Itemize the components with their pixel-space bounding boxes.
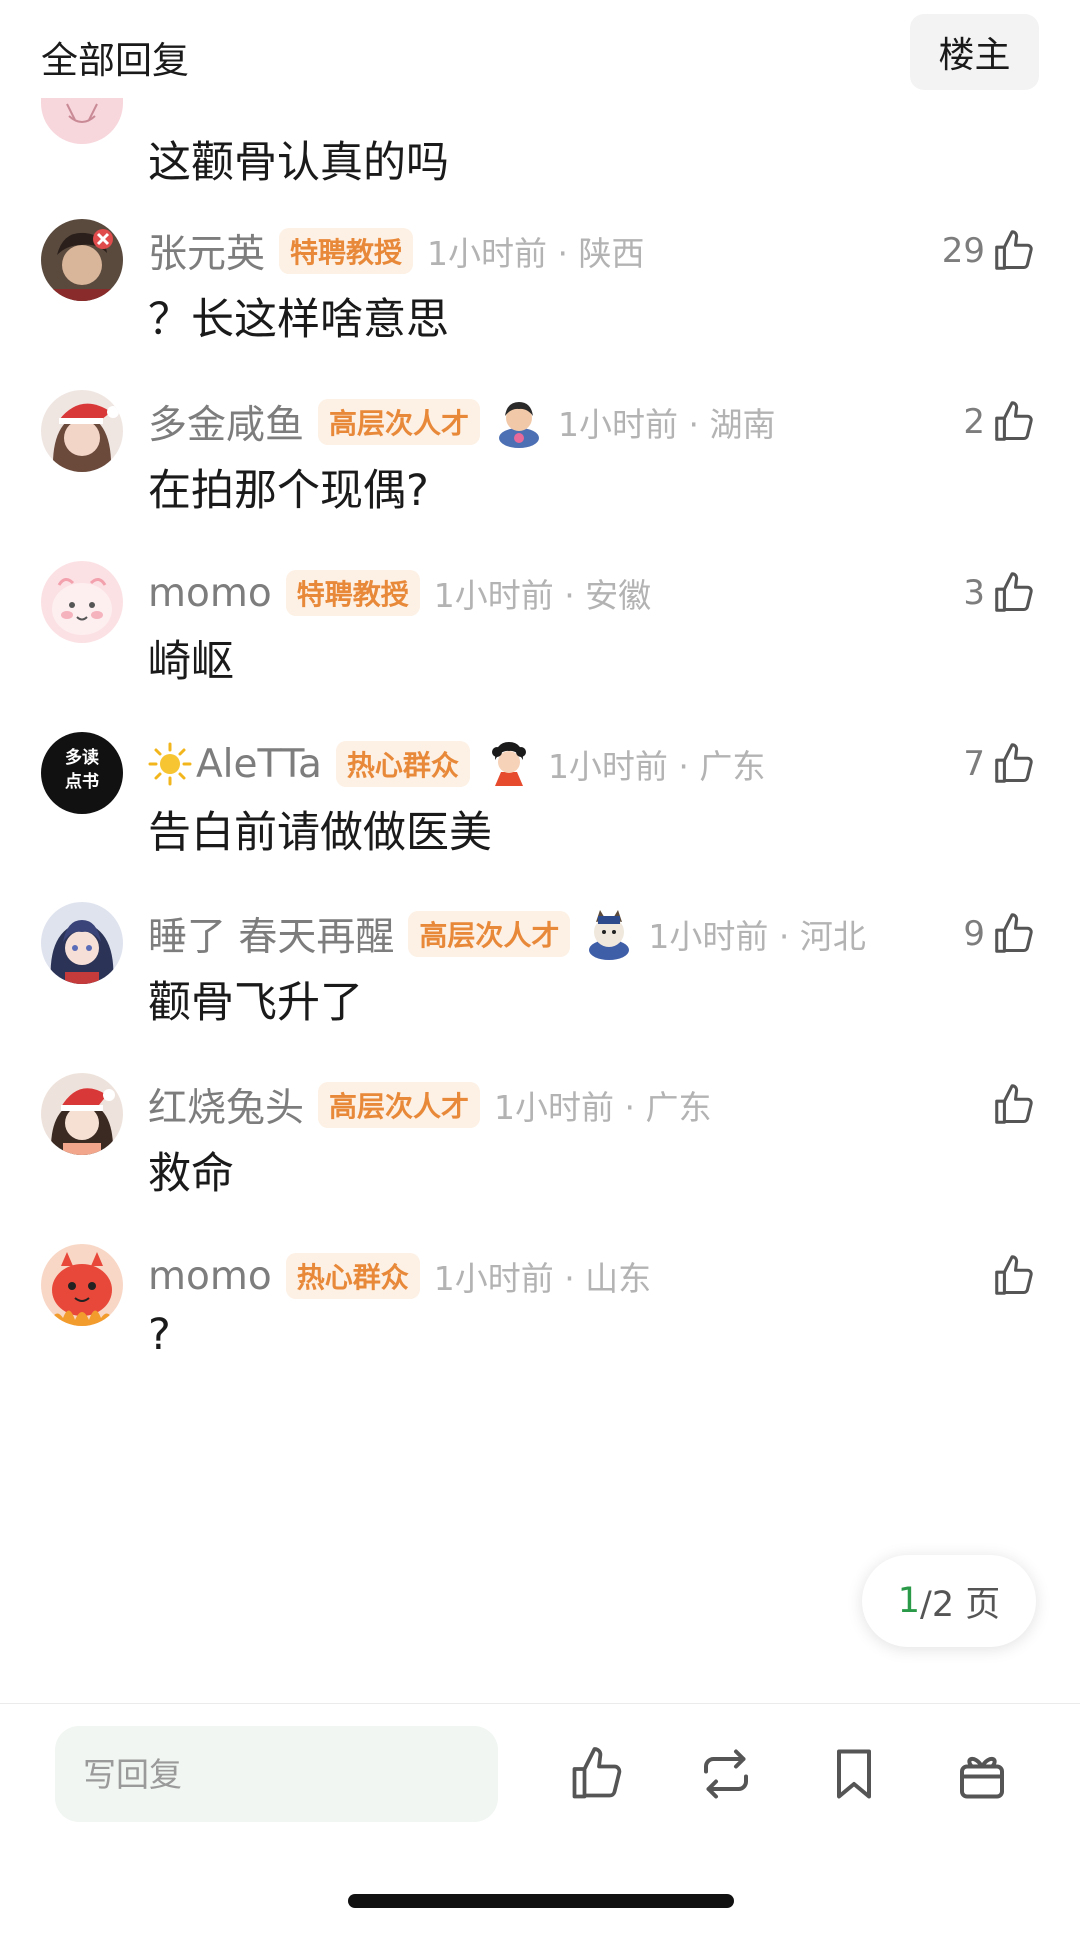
username[interactable]: AleTTa bbox=[196, 742, 322, 787]
timestamp-location: 1小时前 · 陕西 bbox=[427, 234, 645, 273]
thumbs-up-icon bbox=[572, 1747, 622, 1799]
header: 全部回复 楼主 bbox=[0, 0, 1080, 104]
thumbs-up-icon bbox=[995, 743, 1033, 783]
timestamp-location: 1小时前 · 安徽 bbox=[433, 576, 652, 615]
total-pages: /2 页 bbox=[920, 1584, 1001, 1625]
comment-meta: AleTTa 热心群众 1小时前 · 广东 bbox=[148, 738, 765, 790]
like-button[interactable] bbox=[985, 1250, 1037, 1302]
bookmark-button[interactable] bbox=[822, 1742, 886, 1806]
repost-button[interactable] bbox=[694, 1742, 758, 1806]
like-post-button[interactable] bbox=[565, 1742, 629, 1806]
gift-button[interactable] bbox=[950, 1742, 1014, 1806]
comment-meta: momo 特聘教授 1小时前 · 安徽 bbox=[148, 567, 651, 619]
like-count: 2 bbox=[963, 402, 985, 442]
avatar[interactable] bbox=[41, 219, 123, 301]
thumbs-up-icon bbox=[995, 1084, 1033, 1124]
comment-item: 张元英 特聘教授 1小时前 · 陕西 29 ？长这样啥意思 bbox=[0, 219, 1080, 419]
like-button[interactable] bbox=[985, 1079, 1037, 1131]
like-count: 29 bbox=[941, 231, 985, 271]
comment-meta: momo 热心群众 1小时前 · 山东 bbox=[148, 1250, 651, 1302]
comment-text: ? bbox=[148, 1310, 171, 1360]
comment-item: momo 热心群众 1小时前 · 山东 ? bbox=[0, 1244, 1080, 1444]
like-count: 3 bbox=[963, 573, 985, 613]
like-button[interactable]: 29 bbox=[942, 225, 1037, 277]
like-button[interactable]: 9 bbox=[963, 908, 1037, 960]
comment-text: ？长这样啥意思 bbox=[148, 295, 449, 345]
avatar-badge-text: 多读 点书 bbox=[65, 748, 99, 792]
user-badge: 热心群众 bbox=[335, 741, 470, 787]
thumbs-up-icon bbox=[995, 913, 1033, 953]
user-badge: 热心群众 bbox=[285, 1253, 420, 1299]
like-button[interactable]: 7 bbox=[963, 738, 1037, 790]
timestamp-location: 1小时前 · 河北 bbox=[648, 917, 866, 956]
decoration-sticker-icon bbox=[484, 737, 534, 791]
thumbs-up-icon bbox=[995, 1255, 1033, 1295]
avatar[interactable] bbox=[41, 561, 123, 643]
like-count: 7 bbox=[963, 744, 985, 784]
reply-input[interactable] bbox=[55, 1726, 498, 1822]
avatar[interactable] bbox=[41, 390, 123, 472]
bookmark-icon bbox=[837, 1749, 871, 1799]
username[interactable]: 多金咸鱼 bbox=[148, 394, 304, 450]
repost-icon bbox=[704, 1749, 748, 1799]
user-badge: 高层次人才 bbox=[408, 911, 571, 957]
avatar[interactable] bbox=[41, 1073, 123, 1155]
comment-text: 崎岖 bbox=[148, 637, 234, 687]
comment-text: 颧骨飞升了 bbox=[148, 978, 363, 1028]
username[interactable]: 张元英 bbox=[148, 223, 265, 279]
avatar[interactable] bbox=[41, 1244, 123, 1326]
comment-text: 救命 bbox=[148, 1149, 234, 1199]
comment-item: 多金咸鱼 高层次人才 1小时前 · 湖南 2 在拍那个现偶? bbox=[0, 390, 1080, 590]
gift-icon bbox=[960, 1757, 1004, 1799]
thumbs-up-icon bbox=[995, 401, 1033, 441]
comment-item: 睡了 春天再醒 高层次人才 1小时前 · 河北 9 颧骨飞升了 bbox=[0, 902, 1080, 1102]
avatar[interactable] bbox=[41, 98, 123, 144]
user-badge: 高层次人才 bbox=[318, 399, 481, 445]
user-badge: 特聘教授 bbox=[285, 570, 420, 616]
comment-meta: 多金咸鱼 高层次人才 1小时前 · 湖南 bbox=[148, 396, 776, 448]
like-count: 9 bbox=[963, 914, 985, 954]
timestamp-location: 1小时前 · 广东 bbox=[494, 1088, 712, 1127]
thumbs-up-icon bbox=[995, 230, 1033, 270]
username[interactable]: 红烧兔头 bbox=[148, 1077, 304, 1133]
comment-item: momo 特聘教授 1小时前 · 安徽 3 崎岖 bbox=[0, 561, 1080, 761]
like-button[interactable]: 2 bbox=[963, 396, 1037, 448]
decoration-sticker-icon bbox=[584, 907, 634, 961]
owner-only-button[interactable]: 楼主 bbox=[910, 14, 1039, 90]
username[interactable]: momo bbox=[148, 1254, 272, 1299]
username[interactable]: 睡了 春天再醒 bbox=[148, 906, 394, 962]
avatar[interactable]: 多读 点书 bbox=[41, 732, 123, 814]
home-indicator bbox=[348, 1894, 734, 1908]
avatar[interactable] bbox=[41, 902, 123, 984]
user-badge: 特聘教授 bbox=[279, 228, 414, 274]
timestamp-location: 1小时前 · 广东 bbox=[547, 747, 766, 786]
timestamp-location: 1小时前 · 山东 bbox=[433, 1259, 652, 1298]
comment-item: 红烧兔头 高层次人才 1小时前 · 广东 救命 bbox=[0, 1073, 1080, 1273]
timestamp-location: 1小时前 · 湖南 bbox=[558, 405, 776, 444]
like-button[interactable]: 3 bbox=[963, 567, 1037, 619]
sun-icon bbox=[148, 742, 192, 786]
comment-meta: 张元英 特聘教授 1小时前 · 陕西 bbox=[148, 225, 645, 277]
bottom-action-bar bbox=[0, 1703, 1080, 1935]
thumbs-up-icon bbox=[995, 572, 1033, 612]
comment-meta: 红烧兔头 高层次人才 1小时前 · 广东 bbox=[148, 1079, 712, 1131]
user-badge: 高层次人才 bbox=[318, 1082, 481, 1128]
comment-meta: 睡了 春天再醒 高层次人才 1小时前 · 河北 bbox=[148, 908, 866, 960]
page-indicator[interactable]: 1/2 页 bbox=[862, 1555, 1036, 1647]
page-title: 全部回复 bbox=[41, 39, 189, 82]
comment-text: 在拍那个现偶? bbox=[148, 466, 429, 516]
decoration-sticker-icon bbox=[494, 395, 544, 449]
username[interactable]: momo bbox=[148, 571, 272, 616]
comment-text: 告白前请做做医美 bbox=[148, 808, 492, 858]
current-page: 1 bbox=[897, 1581, 921, 1621]
comment-text: 这颧骨认真的吗 bbox=[148, 138, 449, 188]
